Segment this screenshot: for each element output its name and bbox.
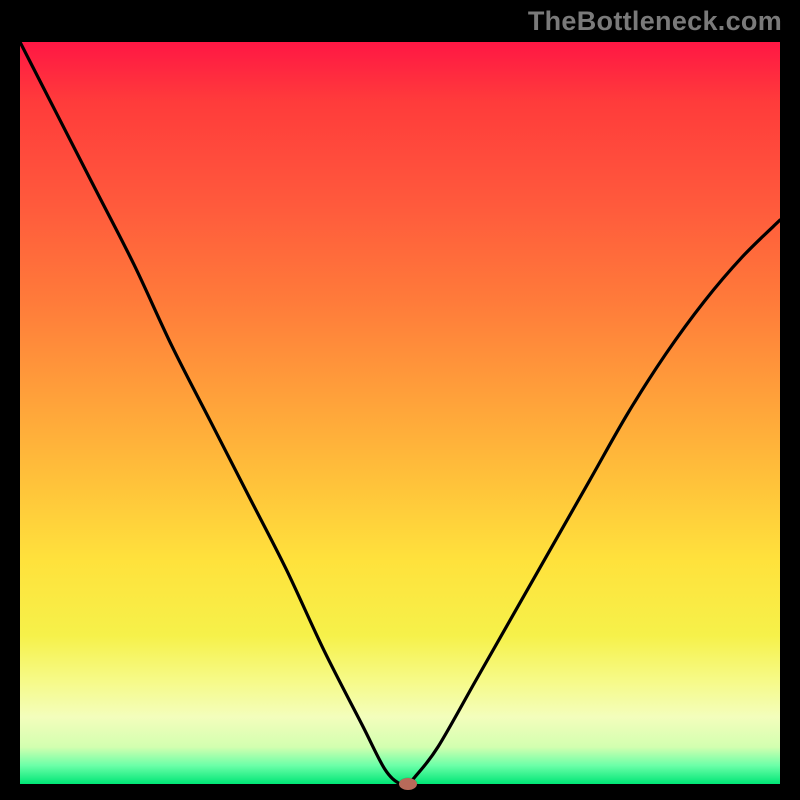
chart-frame: TheBottleneck.com — [0, 0, 800, 800]
optimum-marker — [399, 778, 417, 790]
watermark-label: TheBottleneck.com — [528, 6, 782, 37]
plot-area — [20, 42, 780, 784]
bottleneck-curve — [20, 42, 780, 784]
